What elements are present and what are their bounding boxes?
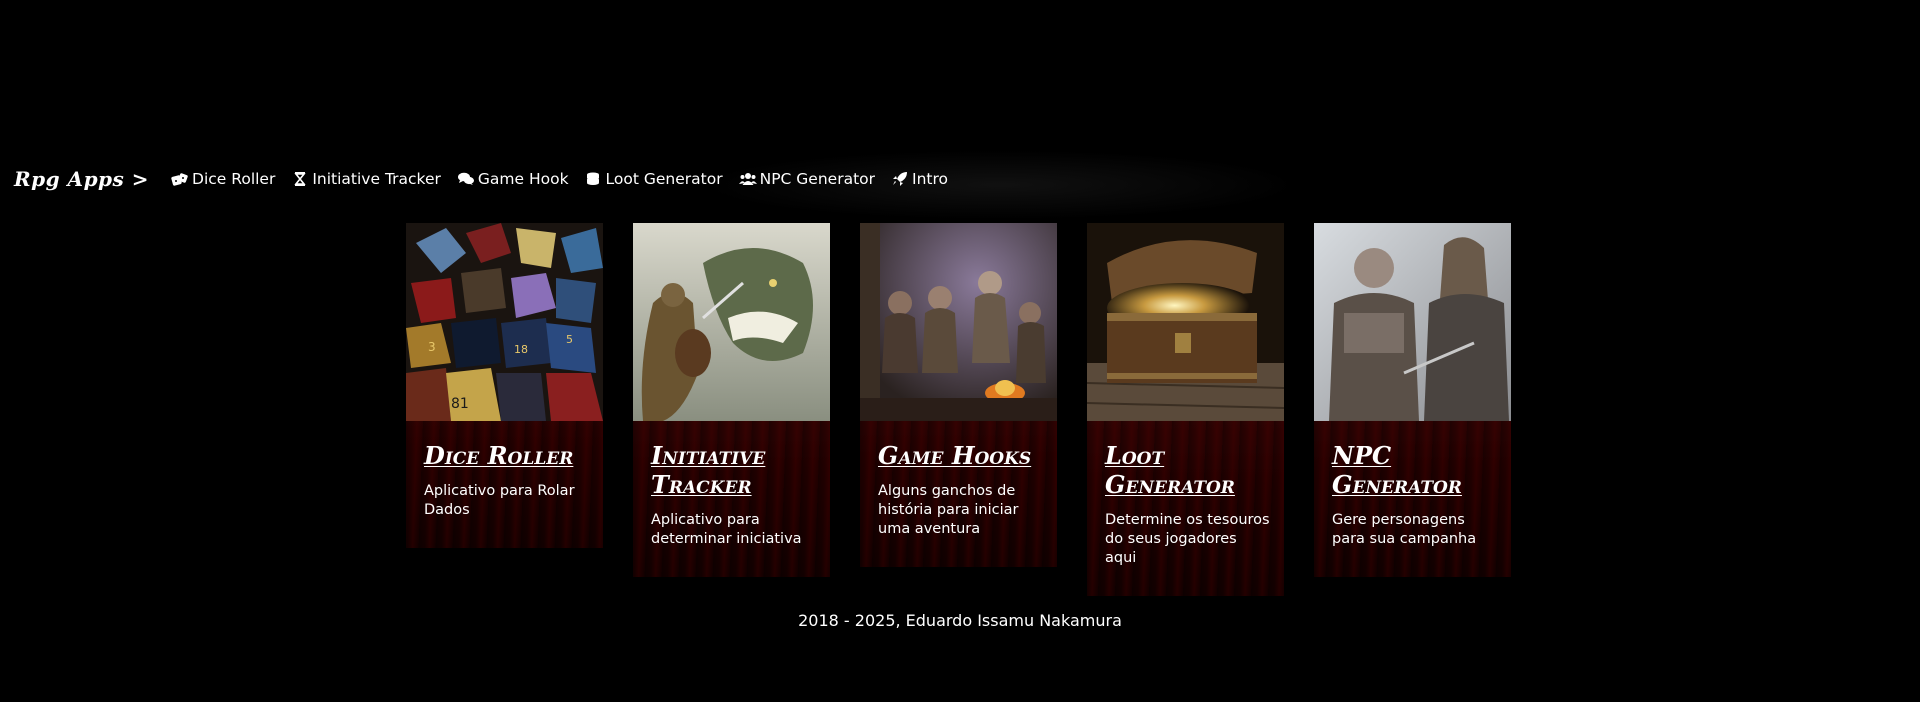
card-description: Aplicativo para Rolar Dados — [424, 483, 575, 518]
rocket-icon — [891, 171, 909, 187]
svg-text:18: 18 — [514, 343, 528, 356]
nav-item-initiative-tracker[interactable]: Initiative Tracker — [291, 170, 441, 188]
comments-icon — [457, 171, 475, 187]
card-body: Dice Roller Aplicativo para Rolar Dados — [406, 421, 603, 548]
top-nav: Rpg Apps > Dice Roller Initiative Tracke… — [14, 164, 964, 194]
dice-image[interactable]: 3 18 81 5 — [406, 223, 603, 421]
nav-item-label: NPC Generator — [759, 170, 875, 188]
card-game-hooks[interactable]: Game Hooks Alguns ganchos de história pa… — [860, 223, 1057, 567]
card-body: Initiative Tracker Aplicativo para deter… — [633, 421, 830, 577]
nav-item-game-hook[interactable]: Game Hook — [457, 170, 569, 188]
nav-item-label: Dice Roller — [192, 170, 276, 188]
card-title[interactable]: Initiative Tracker — [651, 441, 816, 499]
app-cards: 3 18 81 5 Dice Roller Aplicativo para Ro… — [406, 223, 1511, 596]
nav-item-npc-generator[interactable]: NPC Generator — [738, 170, 875, 188]
nav-item-label: Loot Generator — [605, 170, 723, 188]
card-description: Gere personagens para sua campanha — [1332, 512, 1477, 547]
brand-link[interactable]: Rpg Apps > — [14, 167, 149, 191]
svg-text:81: 81 — [451, 396, 469, 412]
nav-item-label: Intro — [912, 170, 948, 188]
card-initiative-tracker[interactable]: Initiative Tracker Aplicativo para deter… — [633, 223, 830, 577]
nav-item-dice-roller[interactable]: Dice Roller — [171, 170, 275, 188]
nav-item-loot-generator[interactable]: Loot Generator — [585, 170, 723, 188]
card-npc-generator[interactable]: NPC Generator Gere personagens para sua … — [1314, 223, 1511, 577]
card-description: Alguns ganchos de história para iniciar … — [878, 483, 1019, 537]
nav-item-intro[interactable]: Intro — [891, 170, 948, 188]
card-body: NPC Generator Gere personagens para sua … — [1314, 421, 1511, 577]
card-title[interactable]: Loot Generator — [1105, 441, 1270, 499]
treasure-chest-image[interactable] — [1087, 223, 1284, 421]
card-loot-generator[interactable]: Loot Generator Determine os tesouros do … — [1087, 223, 1284, 596]
svg-text:3: 3 — [428, 340, 436, 354]
card-title[interactable]: Dice Roller — [424, 441, 589, 470]
card-description: Aplicativo para determinar iniciativa — [651, 512, 802, 547]
coins-icon — [585, 171, 603, 187]
svg-text:5: 5 — [566, 333, 573, 346]
knight-dragon-image[interactable] — [633, 223, 830, 421]
card-body: Loot Generator Determine os tesouros do … — [1087, 421, 1284, 596]
card-description: Determine os tesouros do seus jogadores … — [1105, 512, 1270, 566]
nav-item-label: Initiative Tracker — [312, 170, 441, 188]
tavern-group-image[interactable] — [860, 223, 1057, 421]
users-icon — [738, 171, 757, 187]
nav-item-label: Game Hook — [477, 170, 569, 188]
page: Rpg Apps > Dice Roller Initiative Tracke… — [0, 0, 1920, 702]
hourglass-icon — [291, 171, 309, 187]
card-body: Game Hooks Alguns ganchos de história pa… — [860, 421, 1057, 567]
card-title[interactable]: NPC Generator — [1332, 441, 1497, 499]
card-dice-roller[interactable]: 3 18 81 5 Dice Roller Aplicativo para Ro… — [406, 223, 603, 548]
footer-copyright: 2018 - 2025, Eduardo Issamu Nakamura — [798, 611, 1122, 630]
card-title[interactable]: Game Hooks — [878, 441, 1043, 470]
dice-icon — [171, 171, 189, 187]
warriors-image[interactable] — [1314, 223, 1511, 421]
